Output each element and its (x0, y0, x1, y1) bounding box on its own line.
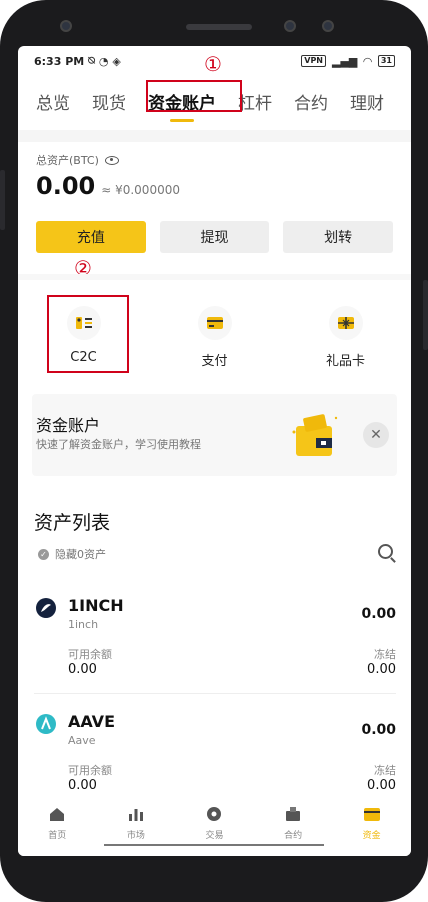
total-btc-value: 0.00 (36, 172, 96, 200)
gift-card-label: 礼品卡 (325, 354, 365, 369)
card-icon (197, 306, 232, 340)
asset-name: Aave (68, 734, 96, 747)
tab-futures[interactable]: 合约 (294, 89, 328, 114)
app-notification-icon: ◈ (112, 54, 121, 68)
tab-margin[interactable]: 杠杆 (238, 89, 272, 114)
available-label: 可用余额 (68, 648, 112, 661)
asset-symbol: 1INCH (68, 596, 124, 615)
wifi-icon: ◠ (363, 54, 372, 68)
nav-futures[interactable]: 合约 (263, 796, 323, 856)
signal-icon: ▂▄▆ (332, 54, 358, 68)
nav-funds[interactable]: 资金 (342, 796, 402, 856)
speaker-grille (186, 24, 252, 30)
search-icon[interactable] (378, 544, 393, 559)
check-icon: ✓ (38, 548, 49, 560)
aave-coin-icon (36, 714, 56, 734)
1inch-coin-icon (36, 598, 56, 618)
nav-funds-label: 资金 (362, 831, 381, 841)
total-assets-value: 0.00 ≈ ¥0.000000 (36, 172, 180, 200)
alarm-icon: ◔ (98, 54, 109, 68)
tab-spot[interactable]: 现货 (92, 89, 126, 114)
sensor-icon (284, 20, 296, 32)
phone-bottom-bezel (0, 856, 428, 902)
mute-icon: ⍉ (88, 54, 95, 67)
eye-icon[interactable] (104, 155, 119, 165)
nav-home[interactable]: 首页 (27, 796, 87, 856)
banner-subtitle: 快速了解资金账户，学习使用教程 (36, 438, 201, 451)
frozen-label: 冻结 (374, 764, 396, 777)
divider (34, 693, 396, 694)
divider (18, 130, 411, 142)
deposit-button[interactable]: 充值 (36, 221, 146, 253)
tab-earn[interactable]: 理财 (350, 89, 384, 114)
nav-futures-label: 合约 (284, 831, 303, 841)
frozen-value: 0.00 (367, 662, 396, 677)
withdraw-button[interactable]: 提现 (159, 221, 270, 253)
available-label: 可用余额 (68, 764, 112, 777)
nav-trade[interactable]: 交易 (184, 796, 244, 856)
asset-total: 0.00 (361, 722, 396, 738)
hide-zero-label: 隐藏0资产 (55, 548, 106, 561)
frozen-label: 冻结 (374, 648, 396, 661)
bottom-nav: 首页 市场 交易 合约 资金 (18, 796, 411, 856)
frozen-value: 0.00 (367, 778, 396, 793)
action-buttons: 充值 提现 划转 (36, 221, 394, 253)
close-icon[interactable]: ✕ (363, 422, 389, 448)
funding-account-banner[interactable]: 资金账户 快速了解资金账户，学习使用教程 ✕ (32, 394, 397, 476)
power-button (423, 280, 428, 350)
gift-card-icon (328, 306, 363, 340)
tab-overview[interactable]: 总览 (36, 89, 70, 114)
banner-title: 资金账户 (36, 416, 101, 435)
pay-shortcut[interactable]: 支付 (170, 292, 260, 369)
home-icon (50, 808, 65, 821)
list-item[interactable]: 1INCH 1inch 0.00 可用余额 冻结 0.00 0.00 (34, 596, 396, 684)
asset-total: 0.00 (361, 606, 396, 622)
nav-market[interactable]: 市场 (106, 796, 166, 856)
available-value: 0.00 (68, 778, 97, 793)
wallet-icon (363, 808, 380, 821)
gift-card-shortcut[interactable]: 礼品卡 (301, 292, 391, 369)
phone-frame: 6:33 PM ⍉ ◔ ◈ VPN ▂▄▆ ◠ 31 ① 总览 现货 资金账户 … (0, 0, 428, 902)
wallet-illustration-icon (286, 408, 342, 464)
list-item[interactable]: AAVE Aave 0.00 可用余额 冻结 0.00 0.00 (34, 712, 396, 800)
trade-icon (207, 807, 222, 821)
sensor-icon (322, 20, 334, 32)
asset-name: 1inch (68, 618, 99, 631)
total-assets-caption: 总资产(BTC) (36, 154, 99, 167)
volume-button (0, 170, 5, 230)
home-indicator (104, 844, 324, 846)
market-icon (128, 809, 143, 821)
status-time: 6:33 PM (34, 54, 85, 68)
nav-market-label: 市场 (126, 831, 145, 841)
asset-symbol: AAVE (68, 712, 115, 731)
fiat-equivalent: ≈ ¥0.000000 (101, 183, 180, 197)
annotation-number-one: ① (204, 52, 222, 76)
nav-trade-label: 交易 (205, 831, 224, 841)
available-value: 0.00 (68, 662, 97, 677)
pay-label: 支付 (201, 354, 228, 369)
total-assets-label: 总资产(BTC) (36, 152, 119, 168)
hide-zero-toggle[interactable]: ✓ 隐藏0资产 (38, 546, 106, 562)
screen: 6:33 PM ⍉ ◔ ◈ VPN ▂▄▆ ◠ 31 ① 总览 现货 资金账户 … (18, 46, 411, 856)
annotation-box-tab (146, 80, 242, 112)
annotation-box-c2c (47, 295, 129, 373)
divider (18, 274, 411, 280)
futures-icon (286, 807, 301, 821)
front-camera-icon (60, 20, 72, 32)
asset-list-title: 资产列表 (34, 512, 111, 534)
nav-home-label: 首页 (48, 831, 67, 841)
transfer-button[interactable]: 划转 (283, 221, 394, 253)
vpn-icon: VPN (301, 55, 326, 67)
battery-icon: 31 (377, 55, 395, 67)
phone-top-bezel (0, 0, 428, 46)
